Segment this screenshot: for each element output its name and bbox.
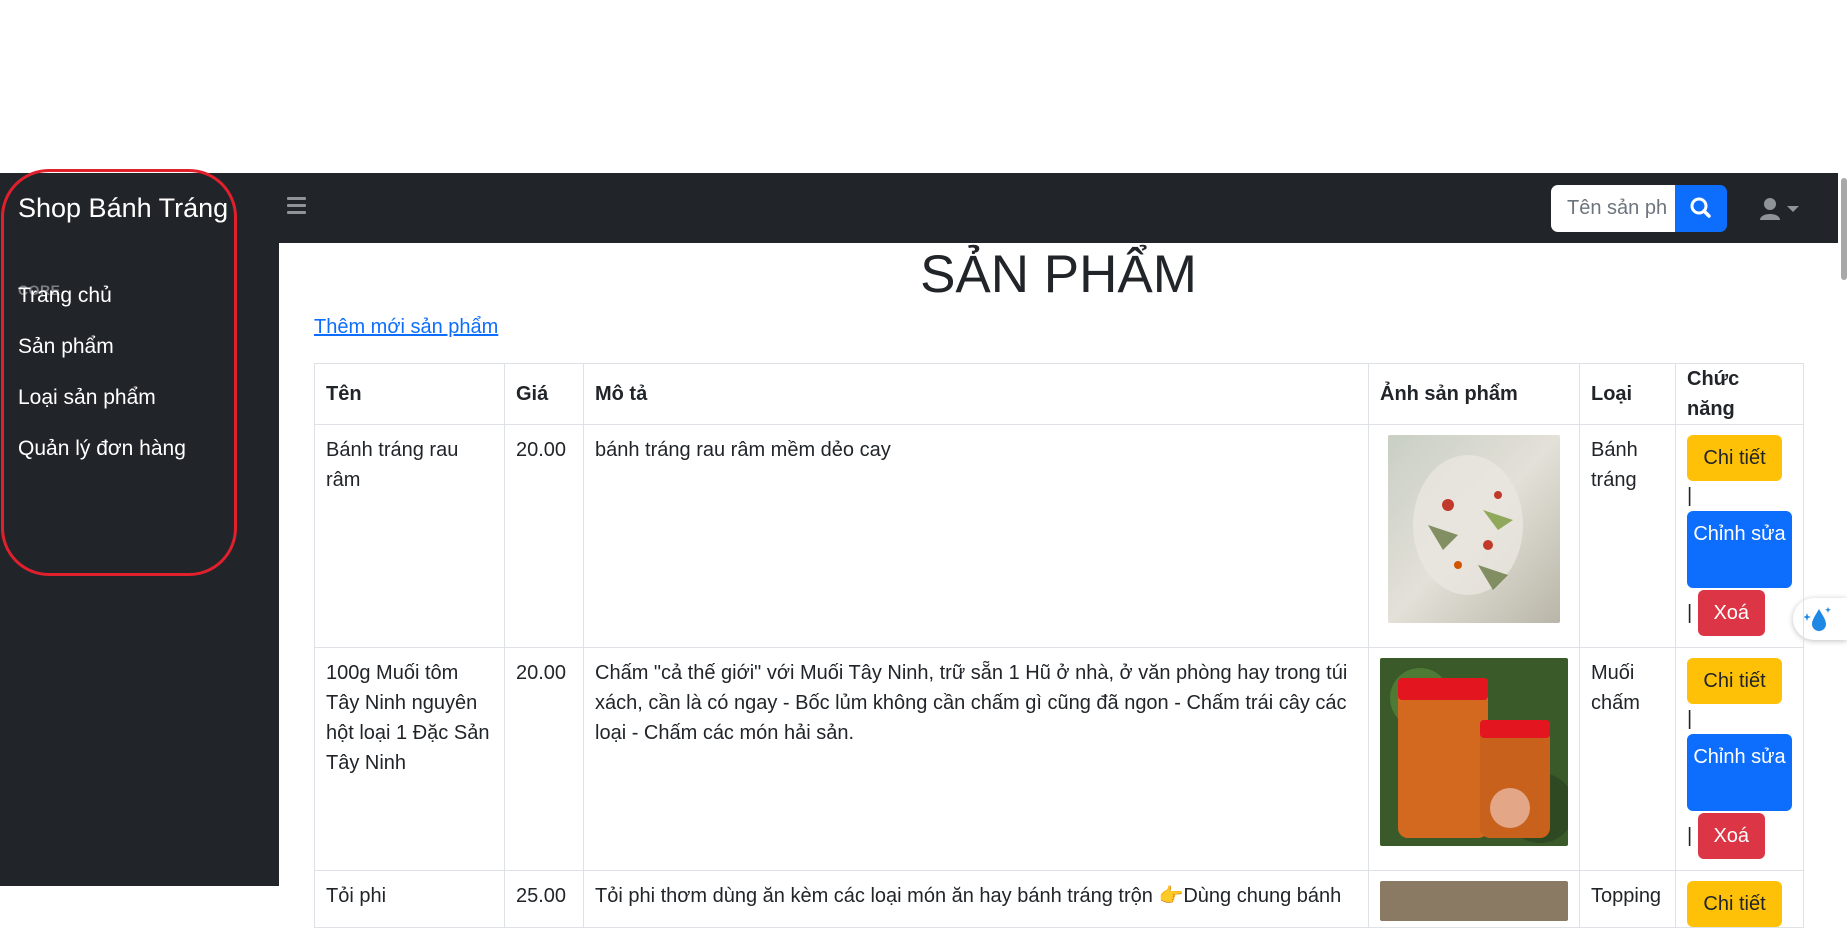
edit-button[interactable]: Chỉnh sửa bbox=[1687, 734, 1792, 811]
table-row: Tỏi phi 25.00 Tỏi phi thơm dùng ăn kèm c… bbox=[314, 870, 1804, 928]
detail-button[interactable]: Chi tiết bbox=[1687, 435, 1782, 481]
product-image-banh-trang bbox=[1388, 435, 1560, 623]
sidebar-item-orders[interactable]: Quản lý đơn hàng bbox=[18, 437, 186, 461]
table-header-row: Tên Giá Mô tả Ảnh sản phẩm Loại Chức năn… bbox=[314, 363, 1804, 425]
product-image-toi-phi bbox=[1380, 881, 1568, 921]
search-icon bbox=[1690, 197, 1711, 218]
user-icon bbox=[1760, 198, 1780, 220]
sidebar-item-products[interactable]: Sản phẩm bbox=[18, 335, 114, 359]
cell-image bbox=[1368, 870, 1580, 928]
cell-image bbox=[1368, 647, 1580, 871]
separator: | bbox=[1687, 485, 1693, 507]
sidebar-item-categories[interactable]: Loại sản phẩm bbox=[18, 386, 156, 410]
cell-category: Muối chấm bbox=[1579, 647, 1676, 871]
edit-button[interactable]: Chỉnh sửa bbox=[1687, 511, 1792, 588]
detail-button[interactable]: Chi tiết bbox=[1687, 658, 1782, 704]
sidebar-item-home[interactable]: Trang chủ bbox=[18, 284, 112, 308]
cell-description: Chấm "cả thế giới" với Muối Tây Ninh, tr… bbox=[583, 647, 1369, 871]
separator: | bbox=[1687, 708, 1693, 730]
brand-title[interactable]: Shop Bánh Tráng bbox=[18, 193, 228, 224]
cell-description: Tỏi phi thơm dùng ăn kèm các loại món ăn… bbox=[583, 870, 1369, 928]
cell-name: 100g Muối tôm Tây Ninh nguyên hột loại 1… bbox=[314, 647, 505, 871]
cell-name: Tỏi phi bbox=[314, 870, 505, 928]
cell-actions: Chi tiết bbox=[1675, 870, 1804, 928]
add-product-link[interactable]: Thêm mới sản phẩm bbox=[314, 316, 498, 339]
search-input[interactable] bbox=[1551, 185, 1675, 232]
header-category: Loại bbox=[1579, 363, 1676, 425]
caret-down-icon bbox=[1787, 206, 1799, 212]
search-button[interactable] bbox=[1675, 185, 1727, 232]
delete-button[interactable]: Xoá bbox=[1697, 813, 1765, 859]
header-name: Tên bbox=[314, 363, 505, 425]
detail-button[interactable]: Chi tiết bbox=[1687, 881, 1782, 927]
header-actions: Chức năng bbox=[1675, 363, 1804, 425]
table-row: 100g Muối tôm Tây Ninh nguyên hột loại 1… bbox=[314, 647, 1804, 871]
cell-actions: Chi tiết | Chỉnh sửa | Xoá bbox=[1675, 647, 1804, 871]
hamburger-icon[interactable] bbox=[287, 197, 306, 214]
table-row: Bánh tráng rau râm 20.00 bánh tráng rau … bbox=[314, 424, 1804, 648]
cell-price: 20.00 bbox=[504, 424, 584, 648]
sidebar: Shop Bánh Tráng CORE Trang chủ Sản phẩm … bbox=[0, 173, 279, 886]
cell-category: Bánh tráng bbox=[1579, 424, 1676, 648]
cell-price: 25.00 bbox=[504, 870, 584, 928]
user-menu-button[interactable] bbox=[1758, 196, 1808, 222]
products-table: Tên Giá Mô tả Ảnh sản phẩm Loại Chức năn… bbox=[314, 363, 1804, 928]
cell-actions: Chi tiết | Chỉnh sửa | Xoá bbox=[1675, 424, 1804, 648]
water-drop-sparkle-icon bbox=[1803, 607, 1831, 631]
cell-price: 20.00 bbox=[504, 647, 584, 871]
product-image-muoi-tom bbox=[1380, 658, 1568, 846]
separator: | bbox=[1687, 602, 1693, 624]
cell-image bbox=[1368, 424, 1580, 648]
separator: | bbox=[1687, 825, 1693, 847]
cell-description: bánh tráng rau râm mềm dẻo cay bbox=[583, 424, 1369, 648]
cell-name: Bánh tráng rau râm bbox=[314, 424, 505, 648]
delete-button[interactable]: Xoá bbox=[1697, 590, 1765, 636]
header-image: Ảnh sản phẩm bbox=[1368, 363, 1580, 425]
page-title: SẢN PHẨM bbox=[920, 245, 1197, 304]
cell-category: Topping bbox=[1579, 870, 1676, 928]
header-description: Mô tả bbox=[583, 363, 1369, 425]
scrollbar-thumb[interactable] bbox=[1841, 178, 1847, 280]
header-price: Giá bbox=[504, 363, 584, 425]
